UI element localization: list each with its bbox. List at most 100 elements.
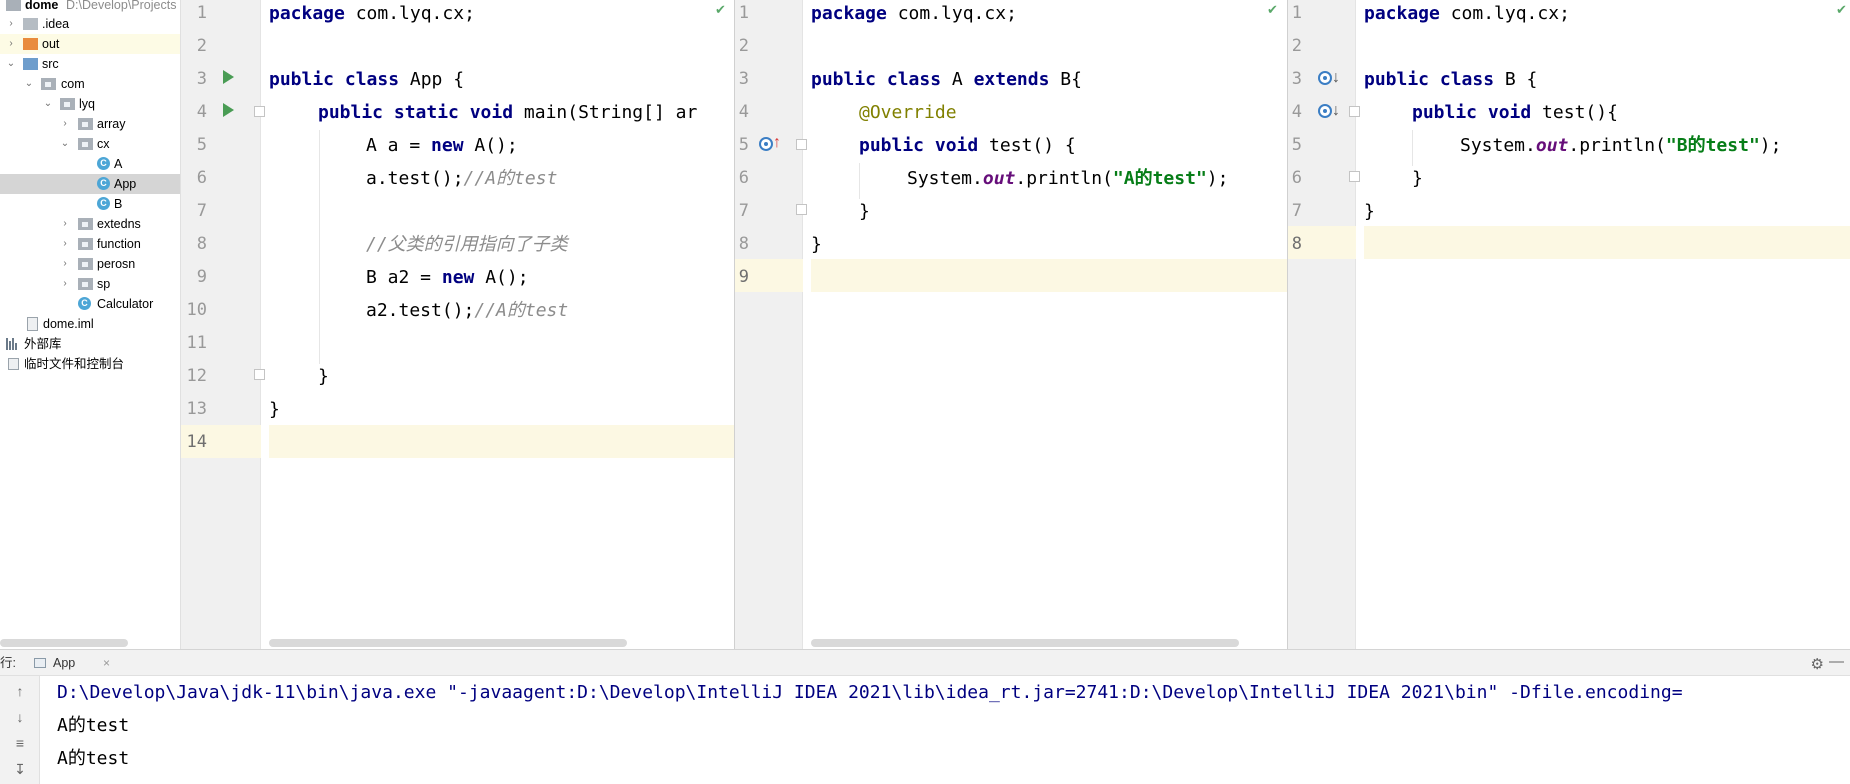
chevron-right-icon[interactable]: › <box>59 234 71 254</box>
chevron-right-icon[interactable]: › <box>5 34 17 54</box>
code-line-1: package com.lyq.cx; <box>811 3 1017 24</box>
tree-item-idea[interactable]: › .idea <box>0 14 180 34</box>
chevron-right-icon[interactable]: › <box>59 254 71 274</box>
run-panel-header: 行: App (1) × ⚙ — <box>0 649 1850 697</box>
tree-item-calculator[interactable]: C Calculator <box>0 294 180 314</box>
current-line-highlight <box>1364 226 1850 259</box>
line-number: 2 <box>1291 36 1302 56</box>
line-number: 5 <box>1291 135 1302 155</box>
tree-item-label: 临时文件和控制台 <box>24 357 125 371</box>
tree-item-label: com <box>61 77 85 91</box>
editor-a[interactable]: 1 2 3 4 5 6 7 8 9 ↑ package com.lyq.cx; … <box>735 0 1287 649</box>
horizontal-scrollbar[interactable] <box>269 639 627 647</box>
line-number: 6 <box>738 168 749 188</box>
tree-item-out[interactable]: › out <box>0 34 180 54</box>
tree-item-perosn[interactable]: › perosn <box>0 254 180 274</box>
code-line-6: a.test();//A的test <box>366 168 558 189</box>
gear-icon[interactable]: ⚙ <box>1811 655 1824 673</box>
line-number: 7 <box>738 201 749 221</box>
package-icon <box>78 238 93 250</box>
line-number: 13 <box>186 399 207 419</box>
soft-wrap-icon[interactable]: ≡ <box>12 734 28 752</box>
fold-icon[interactable] <box>796 204 807 215</box>
down-arrow-icon[interactable]: ↓ <box>12 708 28 726</box>
chevron-right-icon[interactable]: › <box>5 14 17 34</box>
up-arrow-icon[interactable]: ↑ <box>12 682 28 700</box>
line-number: 5 <box>196 135 207 155</box>
tree-item-lyq[interactable]: ⌄ lyq <box>0 94 180 114</box>
chevron-down-icon[interactable]: ⌄ <box>42 94 54 114</box>
run-triangle-icon[interactable] <box>223 70 234 84</box>
editor-app[interactable]: 1 2 3 4 5 6 7 8 9 10 11 12 13 14 package… <box>181 0 735 649</box>
fold-icon[interactable] <box>796 139 807 150</box>
tree-item-label: out <box>42 37 60 51</box>
chevron-down-icon[interactable]: ⌄ <box>59 134 71 154</box>
code-line-4: @Override <box>859 102 957 123</box>
fold-icon[interactable] <box>254 106 265 117</box>
line-number: 12 <box>186 366 207 386</box>
check-icon[interactable]: ✔ <box>1836 2 1847 18</box>
editor-gutter: 1 2 3 4 5 6 7 8 9 10 11 12 13 14 <box>181 0 265 649</box>
line-number: 5 <box>738 135 749 155</box>
editor-gutter: 1 2 3 4 5 6 7 8 ↓ ↓ <box>1288 0 1360 649</box>
fold-icon[interactable] <box>1349 171 1360 182</box>
console-line: A的test <box>57 748 130 769</box>
indent-guide <box>1412 130 1413 166</box>
folder-icon <box>23 18 38 30</box>
tree-item-cx[interactable]: ⌄ cx <box>0 134 180 154</box>
tree-item-class-app[interactable]: C App <box>0 174 180 194</box>
tree-root-label: dome <box>25 0 59 12</box>
is-overridden-icon[interactable] <box>1318 71 1332 85</box>
tree-item-array[interactable]: › array <box>0 114 180 134</box>
project-tree: dome D:\Develop\Projects › .idea › out ⌄… <box>0 0 181 649</box>
chevron-right-icon[interactable]: › <box>59 214 71 234</box>
horizontal-scrollbar[interactable] <box>0 639 128 647</box>
chevron-down-icon[interactable]: ⌄ <box>5 54 17 74</box>
line-number: 1 <box>738 3 749 23</box>
tree-item-external-libraries[interactable]: 外部库 <box>0 334 180 354</box>
editor-b[interactable]: 1 2 3 4 5 6 7 8 ↓ ↓ package com.lyq.cx; … <box>1288 0 1850 649</box>
fold-icon[interactable] <box>254 369 265 380</box>
console-output[interactable]: D:\Develop\Java\jdk-11\bin\java.exe "-ja… <box>40 676 1850 784</box>
code-area[interactable]: package com.lyq.cx; public class A exten… <box>811 0 1287 649</box>
tree-root[interactable]: dome D:\Develop\Projects <box>0 0 180 15</box>
tree-item-label: lyq <box>79 97 95 111</box>
chevron-down-icon[interactable]: ⌄ <box>23 74 35 94</box>
tree-item-com[interactable]: ⌄ com <box>0 74 180 94</box>
tree-item-label: A <box>114 157 123 171</box>
tree-item-class-b[interactable]: C B <box>0 194 180 214</box>
folder-icon <box>6 0 21 11</box>
scroll-to-end-icon[interactable]: ↧ <box>12 760 28 778</box>
code-line-12: } <box>318 366 329 387</box>
line-number: 4 <box>738 102 749 122</box>
tree-item-src[interactable]: ⌄ src <box>0 54 180 74</box>
tree-item-dome-iml[interactable]: dome.iml <box>0 314 180 334</box>
fold-icon[interactable] <box>1349 106 1360 117</box>
code-area[interactable]: package com.lyq.cx; public class B { pub… <box>1364 0 1850 649</box>
editor-gutter: 1 2 3 4 5 6 7 8 9 ↑ <box>735 0 807 649</box>
is-overridden-icon[interactable] <box>1318 104 1332 118</box>
check-icon[interactable]: ✔ <box>715 2 726 18</box>
close-icon[interactable]: × <box>103 650 110 677</box>
console-line: D:\Develop\Java\jdk-11\bin\java.exe "-ja… <box>57 682 1683 703</box>
code-line-6: } <box>1412 168 1423 189</box>
horizontal-scrollbar[interactable] <box>811 639 1239 647</box>
code-area[interactable]: package com.lyq.cx; public class App { p… <box>269 0 735 649</box>
tree-item-extedns[interactable]: › extedns <box>0 214 180 234</box>
chevron-right-icon[interactable]: › <box>59 274 71 294</box>
chevron-right-icon[interactable]: › <box>59 114 71 134</box>
package-icon <box>60 98 75 110</box>
check-icon[interactable]: ✔ <box>1267 2 1278 18</box>
tree-item-label: extedns <box>97 217 141 231</box>
tree-item-label: App <box>114 177 137 191</box>
code-line-10: a2.test();//A的test <box>366 300 569 321</box>
tree-item-sp[interactable]: › sp <box>0 274 180 294</box>
tree-item-scratches[interactable]: 临时文件和控制台 <box>0 354 180 374</box>
line-number: 6 <box>196 168 207 188</box>
indent-guide <box>859 163 860 199</box>
tree-item-function[interactable]: › function <box>0 234 180 254</box>
minimize-icon[interactable]: — <box>1829 653 1844 670</box>
overrides-method-icon[interactable] <box>759 137 773 151</box>
run-triangle-icon[interactable] <box>223 103 234 117</box>
tree-item-class-a[interactable]: C A <box>0 154 180 174</box>
